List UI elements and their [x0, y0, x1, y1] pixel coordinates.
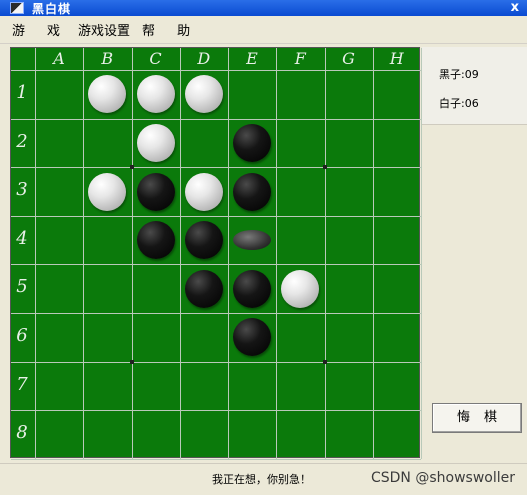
game-window: 黑白棋 x 游 戏 游戏设置 帮 助 A B C D E F G H 1 2 3 4 5 6 7 8 黑子:0…	[0, 0, 527, 495]
grid-line	[11, 458, 421, 460]
column-label: G	[342, 49, 355, 68]
grid-line	[35, 48, 36, 459]
row-label: 4	[16, 227, 28, 249]
column-label: D	[197, 49, 211, 68]
star-point	[322, 359, 327, 364]
column-label: E	[246, 49, 258, 68]
white-score: 白子:06	[439, 97, 479, 110]
star-point	[129, 359, 134, 364]
star-point	[322, 165, 327, 170]
black-piece-c4	[136, 221, 175, 260]
menu-game-2[interactable]: 戏	[45, 20, 62, 39]
grid-line	[11, 264, 421, 266]
star-point	[129, 165, 134, 170]
black-piece-e3	[233, 172, 272, 211]
grid-line	[11, 118, 421, 120]
grid-line	[228, 48, 229, 459]
menu-help-1[interactable]: 帮	[140, 20, 157, 39]
white-piece-d1	[184, 75, 223, 114]
score-panel: 黑子:09 白子:06	[422, 47, 527, 125]
row-label: 5	[16, 276, 28, 298]
grid-line	[372, 48, 374, 459]
menu-help-2[interactable]: 助	[175, 20, 192, 39]
close-button[interactable]: x	[511, 0, 519, 16]
status-message: 我正在想，你别急！	[212, 473, 311, 486]
row-label: 1	[16, 82, 28, 103]
black-piece-d5	[184, 269, 223, 308]
black-piece-e2	[233, 123, 272, 162]
black-piece-e6	[233, 318, 272, 357]
white-piece-b3	[88, 172, 127, 211]
white-piece-c2	[136, 123, 175, 162]
window-title: 黑白棋	[32, 1, 72, 16]
menu-bar: 游 戏 游戏设置 帮 助	[0, 16, 527, 44]
grid-line	[179, 48, 181, 459]
regret-button[interactable]: 悔棋	[432, 403, 522, 433]
white-piece-f5	[281, 269, 320, 308]
row-label: 3	[16, 179, 28, 201]
title-bar[interactable]: 黑白棋 x	[0, 0, 527, 16]
black-score: 黑子:09	[439, 68, 479, 81]
app-icon	[10, 2, 24, 14]
grid-line	[11, 167, 421, 169]
grid-line	[83, 48, 85, 459]
white-piece-b1	[88, 75, 127, 114]
column-label: H	[389, 49, 404, 68]
row-label: 2	[16, 130, 28, 152]
status-bar: 我正在想，你别急！ CSDN @showswoller	[0, 463, 527, 495]
grid-line	[11, 215, 421, 217]
menu-game-1[interactable]: 游	[10, 20, 27, 39]
row-label: 6	[16, 325, 28, 346]
column-label: C	[149, 49, 162, 68]
column-label: F	[294, 49, 306, 68]
side-panel: 黑子:09 白子:06 悔棋	[422, 47, 527, 458]
watermark: CSDN @showswoller	[370, 470, 515, 486]
grid-line	[276, 48, 278, 459]
game-board[interactable]: A B C D E F G H 1 2 3 4 5 6 7 8	[10, 47, 422, 460]
flipping-piece-e4	[233, 230, 272, 251]
grid-line	[11, 410, 421, 412]
white-piece-d3	[184, 172, 223, 211]
grid-line	[11, 70, 421, 71]
black-piece-c3	[136, 172, 175, 211]
column-label: A	[53, 49, 65, 68]
column-label: B	[101, 49, 114, 68]
row-label: 7	[16, 373, 28, 395]
black-piece-d4	[184, 221, 223, 260]
grid-line	[324, 48, 326, 459]
grid-line	[11, 313, 421, 314]
grid-line	[11, 361, 421, 363]
grid-line	[131, 48, 133, 459]
row-label: 8	[16, 422, 28, 444]
black-piece-e5	[233, 269, 272, 308]
white-piece-c1	[136, 75, 175, 114]
menu-settings[interactable]: 游戏设置	[76, 20, 132, 39]
